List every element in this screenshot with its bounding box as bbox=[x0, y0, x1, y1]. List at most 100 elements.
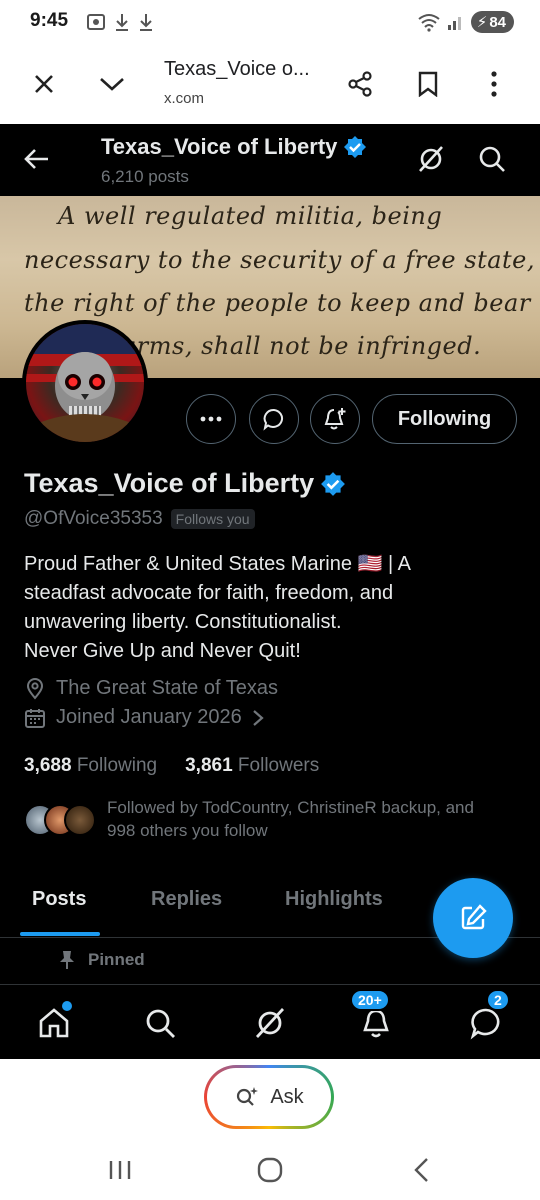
nav-grok[interactable] bbox=[248, 1001, 292, 1045]
assistant-area: Ask bbox=[0, 1059, 540, 1139]
search-icon bbox=[479, 146, 505, 172]
location-pin-icon bbox=[26, 677, 44, 700]
signal-icon bbox=[447, 17, 461, 30]
message-bubble-icon bbox=[470, 1008, 500, 1040]
status-time: 9:45 bbox=[30, 10, 69, 31]
nav-search[interactable] bbox=[138, 1001, 182, 1045]
messages-badge: 2 bbox=[486, 989, 510, 1011]
header-display-name: Texas_Voice of Liberty bbox=[101, 134, 367, 160]
ask-button-inner: Ask bbox=[207, 1068, 331, 1126]
status-system-icons: ⚡ 84 bbox=[417, 11, 514, 33]
follows-you-badge: Follows you bbox=[170, 509, 255, 529]
browser-page-title[interactable]: Texas_Voice o... bbox=[164, 58, 324, 81]
more-options-button[interactable] bbox=[474, 64, 514, 104]
following-count: 3,688 bbox=[24, 755, 72, 776]
battery-level: 84 bbox=[489, 13, 506, 31]
share-icon bbox=[348, 71, 372, 97]
calendar-icon bbox=[25, 708, 45, 728]
following-count-link[interactable]: 3,688 Following bbox=[24, 755, 157, 777]
notifications-badge: 20+ bbox=[350, 989, 390, 1011]
search-button[interactable] bbox=[477, 144, 507, 179]
mutual-avatars bbox=[24, 804, 96, 838]
header-name-text: Texas_Voice of Liberty bbox=[101, 134, 338, 159]
browser-toolbar: Texas_Voice o... x.com bbox=[0, 44, 540, 124]
bell-icon bbox=[363, 1009, 389, 1038]
grok-button[interactable] bbox=[416, 144, 446, 179]
chevron-down-icon bbox=[100, 78, 124, 91]
followers-count: 3,861 bbox=[185, 755, 233, 776]
tab-posts[interactable]: Posts bbox=[32, 888, 86, 911]
header-posts-count: 6,210 posts bbox=[101, 167, 189, 186]
pinned-label: Pinned bbox=[88, 950, 145, 969]
nav-home[interactable] bbox=[32, 1001, 76, 1045]
following-count-label: Following bbox=[76, 755, 158, 776]
followed-by-text: Followed by TodCountry, ChristineR backu… bbox=[107, 796, 527, 842]
banner-text-line: the right of the people to keep and bear bbox=[24, 289, 531, 317]
profile-location: The Great State of Texas bbox=[24, 677, 278, 700]
search-icon bbox=[146, 1009, 175, 1038]
home-unread-dot bbox=[62, 1001, 72, 1011]
banner-text-line: arms, shall not be infringed. bbox=[122, 332, 482, 360]
battery-indicator: ⚡ 84 bbox=[470, 11, 514, 33]
close-icon bbox=[35, 75, 53, 93]
profile-display-name: Texas_Voice of Liberty bbox=[24, 468, 346, 499]
verified-badge-icon bbox=[344, 136, 367, 158]
bio-line: unwavering liberty. Constitutionalist. bbox=[24, 611, 342, 633]
bio-line: Never Give Up and Never Quit! bbox=[24, 640, 301, 662]
pinned-indicator: Pinned bbox=[58, 950, 145, 970]
share-button[interactable] bbox=[340, 64, 380, 104]
mutual-avatar bbox=[64, 804, 96, 836]
recents-icon[interactable] bbox=[108, 1159, 132, 1181]
profile-page: Texas_Voice of Liberty 6,210 posts A wel… bbox=[0, 124, 540, 1059]
notify-button[interactable] bbox=[310, 394, 360, 444]
browser-url[interactable]: x.com bbox=[164, 90, 204, 107]
verified-badge-icon[interactable] bbox=[320, 471, 346, 497]
follow-counts: 3,688 Following 3,861 Followers bbox=[24, 755, 319, 777]
followed-by-line: 998 others you follow bbox=[107, 821, 268, 840]
profile-avatar[interactable] bbox=[22, 320, 148, 446]
bookmark-button[interactable] bbox=[408, 64, 448, 104]
followers-count-label: Followers bbox=[237, 755, 320, 776]
profile-header-bar: Texas_Voice of Liberty 6,210 posts bbox=[0, 124, 540, 196]
location-text: The Great State of Texas bbox=[56, 677, 278, 699]
bell-plus-icon bbox=[324, 408, 346, 430]
following-button[interactable]: Following bbox=[372, 394, 517, 444]
ask-label: Ask bbox=[270, 1085, 304, 1108]
back-button[interactable] bbox=[22, 144, 52, 174]
wifi-icon bbox=[418, 14, 440, 32]
home-nav-icon[interactable] bbox=[257, 1157, 283, 1183]
followers-count-link[interactable]: 3,861 Followers bbox=[185, 755, 319, 777]
chevron-right-icon bbox=[252, 709, 264, 726]
collapse-button[interactable] bbox=[92, 64, 132, 104]
grok-icon bbox=[255, 1008, 285, 1038]
compose-icon bbox=[461, 904, 487, 930]
ask-button[interactable]: Ask bbox=[204, 1065, 334, 1129]
back-nav-icon[interactable] bbox=[412, 1157, 430, 1183]
message-button[interactable] bbox=[249, 394, 299, 444]
nav-notifications[interactable]: 20+ bbox=[350, 989, 398, 1045]
charging-icon: ⚡ bbox=[476, 14, 488, 31]
close-tab-button[interactable] bbox=[24, 64, 64, 104]
more-horizontal-icon bbox=[200, 416, 222, 422]
message-bubble-icon bbox=[263, 408, 283, 431]
back-arrow-icon bbox=[24, 149, 48, 169]
profile-joined[interactable]: Joined January 2026 bbox=[24, 706, 264, 729]
more-actions-button[interactable] bbox=[186, 394, 236, 444]
status-bar: 9:45 ⚡ 84 bbox=[0, 0, 540, 44]
more-vertical-icon bbox=[491, 71, 497, 97]
nav-messages[interactable]: 2 bbox=[464, 989, 510, 1045]
tab-replies[interactable]: Replies bbox=[151, 888, 222, 911]
bookmark-icon bbox=[418, 71, 438, 97]
display-name-text: Texas_Voice of Liberty bbox=[24, 468, 315, 498]
bio-line: steadfast advocate for faith, freedom, a… bbox=[24, 582, 394, 604]
banner-text-line: necessary to the security of a free stat… bbox=[24, 246, 535, 274]
compose-post-button[interactable] bbox=[433, 878, 513, 958]
active-tab-indicator bbox=[20, 932, 100, 936]
download-icon bbox=[140, 14, 152, 31]
profile-bio: Proud Father & United States Marine 🇺🇸 |… bbox=[24, 550, 524, 666]
grok-icon bbox=[419, 146, 443, 172]
status-notification-icons bbox=[86, 12, 154, 32]
bio-line: Proud Father & United States Marine 🇺🇸 |… bbox=[24, 553, 411, 575]
tab-highlights[interactable]: Highlights bbox=[285, 888, 383, 911]
bottom-navigation: 20+ 2 bbox=[0, 984, 540, 1059]
